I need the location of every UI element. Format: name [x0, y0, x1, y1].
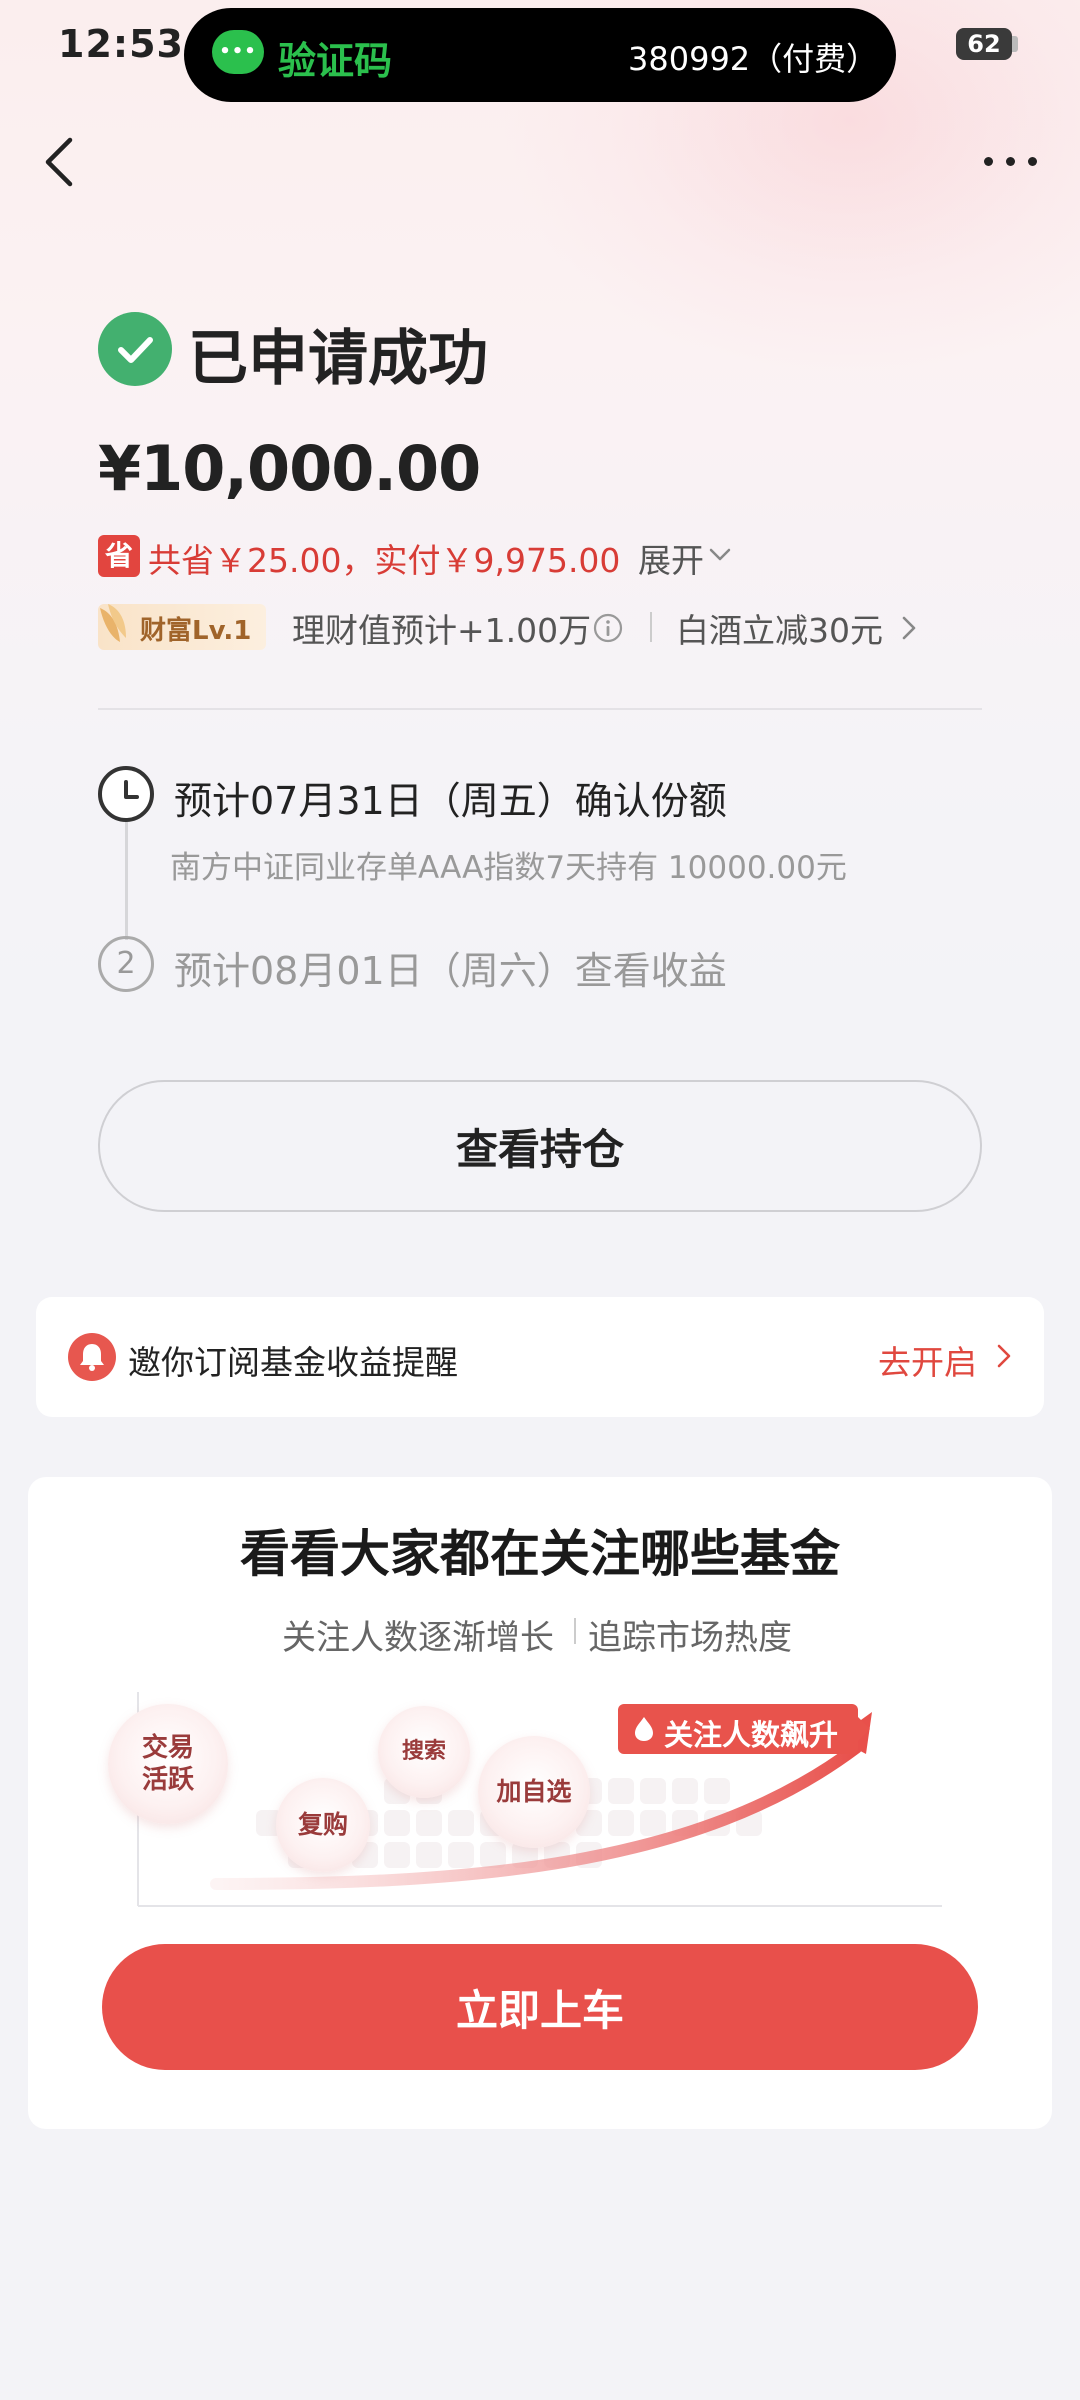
bubble-search: 搜索 [378, 1706, 470, 1798]
save-text: 共省￥25.00，实付￥9,975.00 [148, 541, 621, 580]
back-button[interactable] [36, 126, 96, 196]
hot-tag: 关注人数飙升 [618, 1704, 870, 1754]
step-number: 2 [98, 936, 154, 992]
flame-icon [635, 1717, 653, 1741]
more-dots-icon [984, 157, 993, 166]
step-title: 预计08月01日（周六）查看收益 [174, 949, 727, 993]
page-title: 已申请成功 [188, 324, 488, 394]
get-on-board-button[interactable]: 立即上车 [102, 1944, 978, 2070]
chevron-down-icon[interactable] [708, 542, 732, 566]
more-button[interactable] [976, 140, 1046, 180]
bubble-repurchase: 复购 [276, 1778, 370, 1872]
bell-icon [68, 1333, 116, 1381]
enable-reminder-link[interactable]: 去开启 [878, 1336, 977, 1384]
liquor-promo-link[interactable]: 白酒立减30元 [676, 604, 883, 652]
expand-button[interactable]: 展开 [638, 534, 704, 582]
status-time: 12:53 [58, 22, 184, 66]
check-circle-icon [98, 312, 172, 386]
step-subtitle: 南方中证同业存单AAA指数7天持有 10000.00元 [170, 850, 847, 886]
info-icon[interactable] [592, 612, 624, 644]
amount-value: ¥10,000.00 [98, 432, 481, 505]
battery-icon: 62 [956, 28, 1012, 60]
wing-icon [96, 598, 140, 650]
timeline-line [125, 822, 128, 940]
divider [650, 612, 652, 642]
notification-content: 380992（付费） [628, 40, 879, 78]
battery-tip [1012, 36, 1018, 52]
divider [98, 708, 982, 710]
divider [574, 1618, 576, 1644]
wealth-value-text: 理财值预计+1.00万 [292, 611, 592, 650]
bubble-add-watchlist: 加自选 [478, 1736, 590, 1848]
promo-subtitle: 关注人数逐渐增长 [282, 1618, 554, 1658]
chevron-right-icon[interactable] [898, 614, 920, 642]
promo-subtitle: 追踪市场热度 [588, 1618, 792, 1658]
promo-title: 看看大家都在关注哪些基金 [240, 1525, 840, 1583]
hot-tag-text: 关注人数飙升 [664, 1718, 839, 1752]
clock-icon [98, 766, 154, 822]
chevron-left-icon [45, 137, 73, 187]
notification-title: 验证码 [278, 39, 393, 83]
reminder-text: 邀你订阅基金收益提醒 [128, 1343, 458, 1382]
chevron-right-icon[interactable] [994, 1342, 1014, 1370]
wealth-level-text: 财富Lv.1 [140, 616, 252, 646]
step-title: 预计07月31日（周五）确认份额 [174, 779, 727, 823]
wechat-icon: ••• [212, 30, 264, 74]
save-badge: 省 [98, 535, 140, 577]
bubble-trading-active: 交易 活跃 [108, 1704, 228, 1824]
view-holdings-button[interactable]: 查看持仓 [98, 1080, 982, 1212]
